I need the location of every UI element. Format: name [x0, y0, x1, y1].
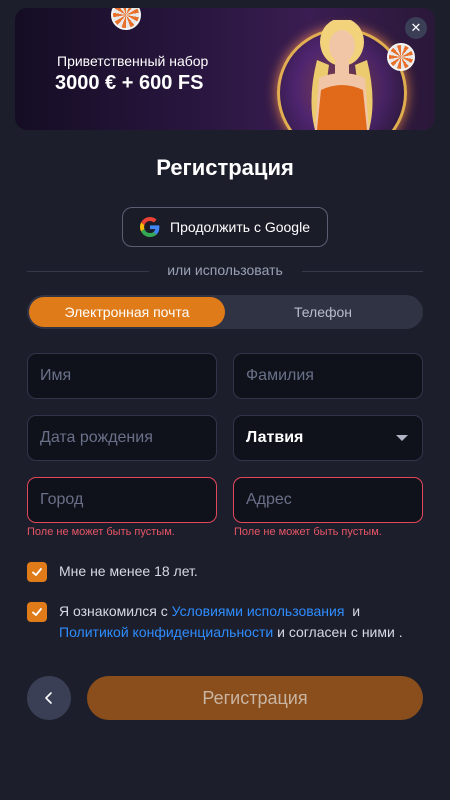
register-submit-button[interactable]: Регистрация	[87, 676, 423, 720]
terms-checkbox[interactable]	[27, 602, 47, 622]
terms-suffix-text: и согласен с ними .	[277, 624, 403, 640]
google-signin-button[interactable]: Продолжить с Google	[122, 207, 328, 247]
back-button[interactable]	[27, 676, 71, 720]
close-icon: ✕	[410, 20, 422, 35]
birthdate-input[interactable]: Дата рождения	[27, 415, 217, 461]
tab-phone[interactable]: Телефон	[225, 297, 421, 327]
address-input[interactable]: Адрес	[233, 477, 423, 523]
address-error-message: Поле не может быть пустым.	[234, 526, 382, 538]
chevron-left-icon	[45, 692, 52, 704]
terms-prefix-text: Я ознакомился с	[59, 603, 168, 619]
banner-subtitle: Приветственный набор	[57, 53, 209, 69]
city-error-message: Поле не может быть пустым.	[27, 526, 175, 538]
city-input[interactable]: Город	[27, 477, 217, 523]
banner-hostess-image	[311, 20, 373, 130]
terms-and-text: и	[352, 603, 361, 619]
age-checkbox[interactable]	[27, 562, 47, 582]
tab-email[interactable]: Электронная почта	[29, 297, 225, 327]
signup-method-tabs: Электронная почта Телефон	[27, 295, 423, 329]
close-banner-button[interactable]: ✕	[405, 17, 427, 39]
casino-chip-icon	[111, 8, 141, 30]
promo-banner[interactable]: Приветственный набор 3000 € + 600 FS ✕	[15, 8, 435, 130]
page-title: Регистрация	[156, 155, 294, 180]
country-select[interactable]: Латвия	[233, 415, 423, 461]
checkmark-icon	[32, 608, 42, 616]
terms-checkbox-label: Я ознакомился с Условиями использования …	[59, 601, 424, 643]
chevron-down-icon	[396, 435, 408, 441]
age-checkbox-label: Мне не менее 18 лет.	[59, 563, 198, 579]
divider-text: или использовать	[167, 262, 283, 278]
divider-line-right	[302, 271, 423, 272]
last-name-input[interactable]: Фамилия	[233, 353, 423, 399]
country-select-value: Латвия	[246, 429, 304, 446]
casino-chip-icon	[387, 43, 415, 71]
terms-of-use-link[interactable]: Условиями использования	[172, 603, 345, 619]
google-icon	[140, 217, 160, 237]
privacy-policy-link[interactable]: Политикой конфиденциальности	[59, 624, 273, 640]
checkmark-icon	[32, 568, 42, 576]
banner-title: 3000 € + 600 FS	[55, 72, 204, 94]
first-name-input[interactable]: Имя	[27, 353, 217, 399]
google-button-label: Продолжить с Google	[170, 219, 310, 235]
